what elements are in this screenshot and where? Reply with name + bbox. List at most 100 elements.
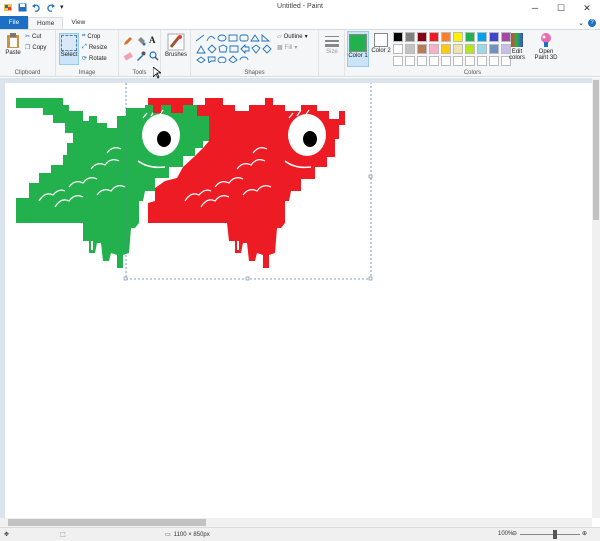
brushes-group: Brushes: [161, 30, 191, 77]
line-size-icon: [325, 36, 339, 47]
undo-icon[interactable]: [32, 3, 41, 12]
resize-label: Resize: [88, 44, 108, 51]
rotate-button[interactable]: ⟳ Rotate: [82, 55, 107, 63]
select-label: Select: [60, 52, 78, 58]
color2-button[interactable]: Color 2: [371, 33, 391, 54]
palette-swatch[interactable]: [393, 56, 403, 66]
palette-swatch[interactable]: [489, 44, 499, 54]
selection-size-icon: ⬚: [60, 532, 66, 538]
zoom-slider-track[interactable]: [520, 534, 580, 535]
copy-icon: ❐: [25, 45, 31, 51]
redo-icon[interactable]: [46, 3, 55, 12]
outline-dropdown[interactable]: ▱ Outline ▾: [277, 33, 308, 41]
image-size-text: 1100 × 850px: [173, 531, 210, 538]
customize-toolbar-icon[interactable]: ▾: [60, 3, 69, 12]
magnifier-icon[interactable]: [149, 51, 159, 61]
color1-button[interactable]: Color 1: [347, 31, 369, 67]
color1-label: Color 1: [348, 53, 368, 59]
fill-bucket-icon[interactable]: [136, 36, 146, 46]
copy-label: Copy: [32, 44, 47, 51]
palette-swatch[interactable]: [477, 44, 487, 54]
palette-swatch[interactable]: [477, 56, 487, 66]
color-picker-icon[interactable]: [136, 51, 146, 61]
rotate-icon: ⟳: [82, 56, 88, 62]
palette-swatch[interactable]: [465, 32, 475, 42]
paste-label: Paste: [5, 50, 21, 56]
size-group: Size: [319, 30, 345, 77]
edit-colors-label: Edit colors: [508, 49, 525, 61]
workspace: [0, 78, 592, 518]
save-icon[interactable]: [18, 3, 27, 12]
palette-swatch[interactable]: [417, 56, 427, 66]
paste-button[interactable]: Paste: [4, 33, 22, 56]
drawing-canvas[interactable]: [5, 83, 592, 518]
open-paint3d-button[interactable]: Open Paint 3D: [533, 32, 559, 61]
horizontal-scrollbar[interactable]: [0, 518, 592, 527]
eraser-icon[interactable]: [123, 51, 133, 61]
size-label: Size: [326, 49, 338, 55]
copy-button[interactable]: ❐ Copy: [25, 44, 47, 52]
collapse-ribbon-icon[interactable]: ⌄: [578, 19, 584, 27]
palette-swatch[interactable]: [453, 44, 463, 54]
pencil-icon[interactable]: [123, 36, 133, 46]
vertical-scroll-thumb[interactable]: [593, 80, 599, 220]
clipboard-group: Paste ✂ Cut ❐ Copy Clipboard: [0, 30, 56, 77]
ribbon: Paste ✂ Cut ❐ Copy Clipboard Select ⌗ Cr…: [0, 29, 600, 77]
palette-swatch[interactable]: [429, 44, 439, 54]
image-group: Select ⌗ Crop ⤢ Resize ⟳ Rotate Image: [56, 30, 119, 77]
size-button[interactable]: Size: [322, 34, 342, 55]
palette-swatch[interactable]: [477, 32, 487, 42]
minimize-button[interactable]: ─: [522, 0, 548, 16]
tab-file[interactable]: File: [0, 16, 28, 29]
select-button[interactable]: Select: [59, 33, 79, 65]
palette-swatch[interactable]: [441, 44, 451, 54]
fill-dropdown[interactable]: ▩ Fill ▾: [277, 44, 297, 52]
crop-button[interactable]: ⌗ Crop: [82, 33, 100, 40]
window-title: Untitled - Paint: [277, 3, 323, 10]
outline-icon: ▱: [277, 34, 282, 40]
zoom-in-button[interactable]: ⊕: [582, 530, 587, 537]
palette-swatch[interactable]: [405, 56, 415, 66]
palette-swatch[interactable]: [465, 56, 475, 66]
palette-swatch[interactable]: [489, 32, 499, 42]
palette-swatch[interactable]: [453, 56, 463, 66]
cut-button[interactable]: ✂ Cut: [25, 33, 42, 41]
ribbon-tabs: File Home View ⌄ ?: [0, 16, 600, 29]
palette-swatch[interactable]: [405, 32, 415, 42]
palette-swatch[interactable]: [405, 44, 415, 54]
palette-swatch[interactable]: [429, 32, 439, 42]
zoom-out-button[interactable]: ⊖: [512, 530, 517, 537]
canvas-drawing: [16, 83, 373, 281]
paint-app-icon: [4, 3, 13, 12]
color2-label: Color 2: [371, 48, 391, 54]
zoom-slider-thumb[interactable]: [553, 530, 557, 539]
cut-label: Cut: [32, 33, 42, 40]
shapes-gallery[interactable]: [194, 33, 272, 63]
select-rectangle-icon: [61, 35, 77, 51]
palette-swatch[interactable]: [453, 32, 463, 42]
tab-view[interactable]: View: [63, 17, 93, 29]
palette-swatch[interactable]: [441, 56, 451, 66]
edit-colors-button[interactable]: Edit colors: [506, 32, 528, 61]
help-icon[interactable]: ?: [588, 18, 596, 27]
brushes-button[interactable]: Brushes: [164, 33, 188, 58]
horizontal-scroll-thumb[interactable]: [8, 519, 206, 526]
brushes-label: Brushes: [164, 52, 187, 58]
palette-swatch[interactable]: [429, 56, 439, 66]
close-button[interactable]: ✕: [574, 0, 600, 16]
tab-home[interactable]: Home: [28, 17, 64, 29]
palette-swatch[interactable]: [393, 32, 403, 42]
palette-swatch[interactable]: [417, 44, 427, 54]
palette-swatch[interactable]: [441, 32, 451, 42]
mouse-cursor: [153, 67, 161, 79]
palette-swatch[interactable]: [393, 44, 403, 54]
palette-swatch[interactable]: [489, 56, 499, 66]
open-paint3d-label: Open Paint 3D: [534, 49, 558, 61]
maximize-button[interactable]: ☐: [548, 0, 574, 16]
text-tool-icon[interactable]: A: [149, 35, 156, 45]
palette-swatch[interactable]: [417, 32, 427, 42]
vertical-scrollbar[interactable]: [592, 78, 600, 518]
resize-button[interactable]: ⤢ Resize: [82, 44, 107, 51]
palette-swatch[interactable]: [465, 44, 475, 54]
quick-access-toolbar: ▾: [0, 3, 69, 12]
